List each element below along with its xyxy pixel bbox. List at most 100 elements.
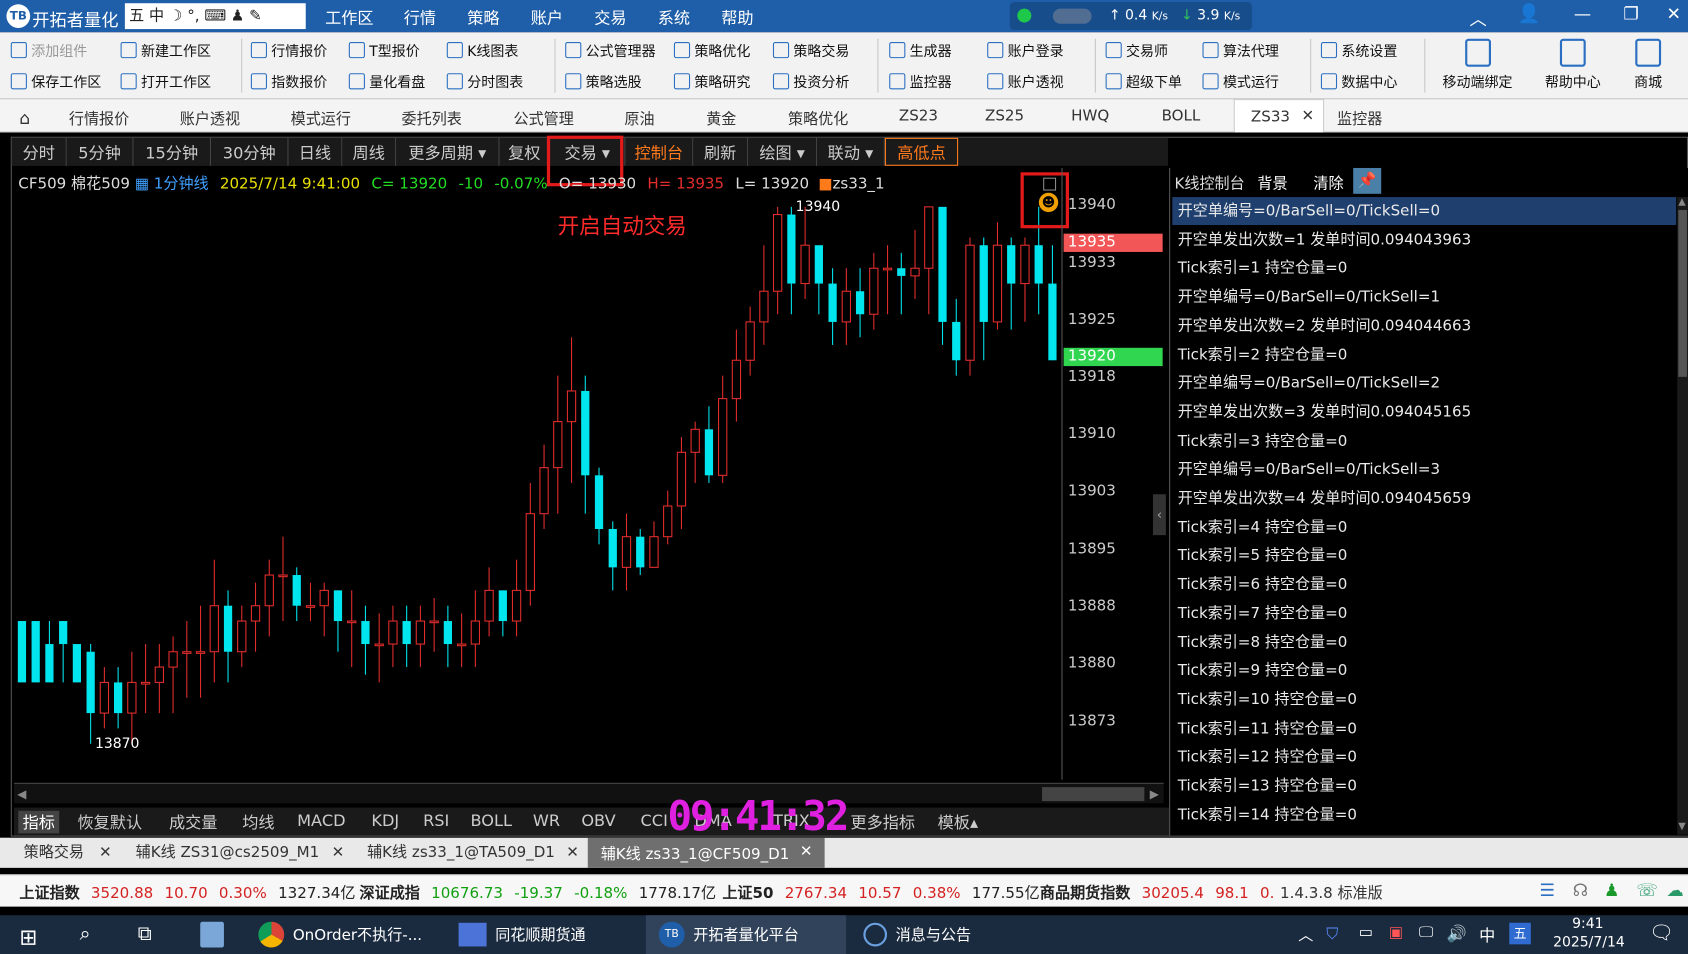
grid-icon[interactable]: ▦	[135, 176, 149, 193]
tab-boll[interactable]: BOLL	[1162, 108, 1201, 125]
scroll-up-icon[interactable]: ▲	[1678, 197, 1685, 208]
ticker-commodity[interactable]: 商品期货指数 30205.4 98.1 0.	[1040, 882, 1281, 904]
ime-wubi-icon[interactable]: 五	[1509, 922, 1531, 945]
reset-default-button[interactable]: 恢复默认	[78, 811, 143, 834]
console-button[interactable]: 控制台	[625, 137, 694, 166]
console-log-row[interactable]: 开空单编号=0/BarSell=0/TickSell=1	[1172, 283, 1676, 311]
console-log-row[interactable]: Tick索引=2 持空仓量=0	[1172, 341, 1676, 369]
tab-zs33-active[interactable]: ZS33 ✕	[1233, 99, 1325, 133]
taskbar-app-ths[interactable]: 同花顺期货通	[458, 915, 586, 954]
refresh-button[interactable]: 刷新	[693, 137, 749, 166]
tab-zs23[interactable]: ZS23	[899, 108, 938, 125]
subtab-kline-ta509[interactable]: 辅K线 zs33_1@TA509_D1	[367, 838, 555, 868]
calculator-icon[interactable]	[200, 921, 224, 948]
tray-expand-icon[interactable]: ︿	[1298, 924, 1313, 946]
console-log-row[interactable]: Tick索引=8 持空仓量=0	[1172, 628, 1676, 656]
ind-cci[interactable]: CCI	[641, 811, 668, 830]
ticker-shenzhen[interactable]: 深证成指 10676.73 -19.37 -0.18% 1778.17亿	[360, 882, 717, 904]
shield-icon[interactable]: ⛉	[1326, 924, 1338, 943]
console-log-row[interactable]: Tick索引=1 持空仓量=0	[1172, 255, 1676, 283]
taskbar-app-messages[interactable]: 消息与公告	[863, 915, 971, 954]
ind-macd[interactable]: MACD	[297, 811, 345, 830]
tab-gold[interactable]: 黄金	[706, 108, 736, 130]
open-workspace-button[interactable]: 打开工作区	[120, 68, 211, 94]
console-log-row[interactable]: 开空单编号=0/BarSell=0/TickSell=0	[1172, 197, 1677, 226]
network-icon[interactable]: 🖵	[1419, 924, 1434, 941]
tab-close-icon[interactable]: ✕	[1302, 108, 1315, 125]
scroll-down-icon[interactable]: ▼	[1678, 822, 1685, 833]
user-add-icon[interactable]: ♟	[1604, 880, 1619, 900]
console-log-row[interactable]: Tick索引=10 持空仓量=0	[1172, 686, 1676, 714]
tab-hwq[interactable]: HWQ	[1071, 108, 1109, 125]
console-log-row[interactable]: Tick索引=13 持空仓量=0	[1172, 772, 1676, 800]
draw-dropdown[interactable]: 绘图 ▾	[748, 137, 818, 166]
data-center-button[interactable]: 数据中心	[1320, 68, 1397, 94]
ime-toolbar[interactable]: 五 中 ☽ °, ⌨ ♟ ✎	[124, 3, 306, 30]
ind-wr[interactable]: WR	[533, 811, 560, 830]
menu-system[interactable]: 系统	[658, 6, 690, 29]
console-log-row[interactable]: Tick索引=7 持空仓量=0	[1172, 600, 1676, 628]
ticker-shanghai[interactable]: 上证指数 3520.88 10.70 0.30% 1327.34亿	[19, 882, 355, 904]
console-log-row[interactable]: Tick索引=5 持空仓量=0	[1172, 542, 1676, 570]
subtab-close-icon[interactable]: ✕	[800, 843, 813, 860]
headset-icon[interactable]: ☊	[1573, 880, 1588, 900]
ind-kdj[interactable]: KDJ	[371, 811, 399, 830]
ind-boll[interactable]: BOLL	[470, 811, 512, 830]
console-log-row[interactable]: 开空单编号=0/BarSell=0/TickSell=2	[1172, 370, 1676, 398]
battery-icon[interactable]: ▭	[1359, 924, 1373, 941]
taskbar-app-tb[interactable]: TB 开拓者量化平台	[658, 915, 799, 954]
console-clear-button[interactable]: 清除	[1313, 172, 1343, 194]
menu-account[interactable]: 账户	[531, 6, 563, 29]
tab-crude[interactable]: 原油	[624, 108, 654, 130]
chart-scrollbar[interactable]: ◀ ▶	[13, 782, 1164, 804]
menu-help[interactable]: 帮助	[721, 6, 753, 29]
console-scrollbar[interactable]: ▲ ▼	[1677, 197, 1688, 835]
tab-orders[interactable]: 委托列表	[402, 108, 462, 130]
console-log-row[interactable]: 开空单发出次数=2 发单时间0.094044663	[1172, 312, 1676, 340]
minimize-icon[interactable]: —	[1574, 3, 1591, 23]
cloud-icon[interactable]: ☁	[1666, 880, 1683, 900]
subtab-kline-cf509-active[interactable]: 辅K线 zs33_1@CF509_D1 ✕	[587, 837, 825, 868]
save-workspace-button[interactable]: 保存工作区	[10, 68, 101, 94]
collapse-icon[interactable]: ︿	[1469, 4, 1486, 30]
quant-board-button[interactable]: 量化看盘	[348, 68, 425, 94]
account-login-button[interactable]: 账户登录	[987, 37, 1064, 63]
period-week[interactable]: 周线	[342, 137, 397, 166]
subtab-close-icon[interactable]: ✕	[99, 838, 112, 868]
task-view-icon[interactable]: ⧉	[138, 923, 152, 946]
scroll-right-icon[interactable]: ▶	[1150, 787, 1159, 801]
system-settings-button[interactable]: 系统设置	[1320, 37, 1397, 63]
app-tray-icon[interactable]: ▣	[1389, 924, 1403, 941]
console-log-row[interactable]: 开空单发出次数=3 发单时间0.094045165	[1172, 398, 1676, 426]
strategy-optimize-button[interactable]: 策略优化	[673, 37, 750, 63]
scroll-left-icon[interactable]: ◀	[17, 787, 26, 801]
console-bg-button[interactable]: 背景	[1257, 172, 1287, 194]
subtab-strategy-trade[interactable]: 策略交易	[24, 838, 84, 868]
ind-volume[interactable]: 成交量	[169, 811, 217, 834]
console-log-row[interactable]: 开空单发出次数=4 发单时间0.094045659	[1172, 485, 1676, 513]
t-quote-button[interactable]: T型报价	[348, 37, 420, 63]
console-log-row[interactable]: 开空单编号=0/BarSell=0/TickSell=3	[1172, 456, 1676, 484]
strategy-research-button[interactable]: 策略研究	[673, 68, 750, 94]
menu-quotes[interactable]: 行情	[404, 6, 436, 29]
ind-obv[interactable]: OBV	[581, 811, 615, 830]
console-log-row[interactable]: Tick索引=14 持空仓量=0	[1172, 801, 1676, 829]
console-log-row[interactable]: Tick索引=6 持空仓量=0	[1172, 571, 1676, 599]
add-component-button[interactable]: 添加组件	[10, 37, 87, 63]
more-indicators-button[interactable]: 更多指标	[850, 811, 915, 834]
console-log-row[interactable]: Tick索引=12 持空仓量=0	[1172, 743, 1676, 771]
formula-manager-button[interactable]: 公式管理器	[565, 37, 656, 63]
console-log-row[interactable]: Tick索引=9 持空仓量=0	[1172, 657, 1676, 685]
panel-toggle-icon[interactable]: ‹	[1152, 494, 1166, 536]
tick-chart-button[interactable]: 分时图表	[446, 68, 523, 94]
high-low-button[interactable]: 高低点	[884, 137, 959, 166]
subtab-close-icon[interactable]: ✕	[332, 838, 345, 868]
kline-chart-button[interactable]: K线图表	[446, 37, 518, 63]
restore-icon[interactable]: ❐	[1623, 3, 1638, 23]
chat-icon[interactable]: ☏	[1636, 880, 1658, 900]
console-scroll-thumb[interactable]	[1678, 209, 1687, 377]
scroll-thumb[interactable]	[1042, 787, 1145, 802]
ticker-sse50[interactable]: 上证50 2767.34 10.57 0.38% 177.55亿	[722, 882, 1039, 904]
more-periods-dropdown[interactable]: 更多周期 ▾	[396, 137, 500, 166]
tab-quotes[interactable]: 行情报价	[69, 108, 129, 130]
